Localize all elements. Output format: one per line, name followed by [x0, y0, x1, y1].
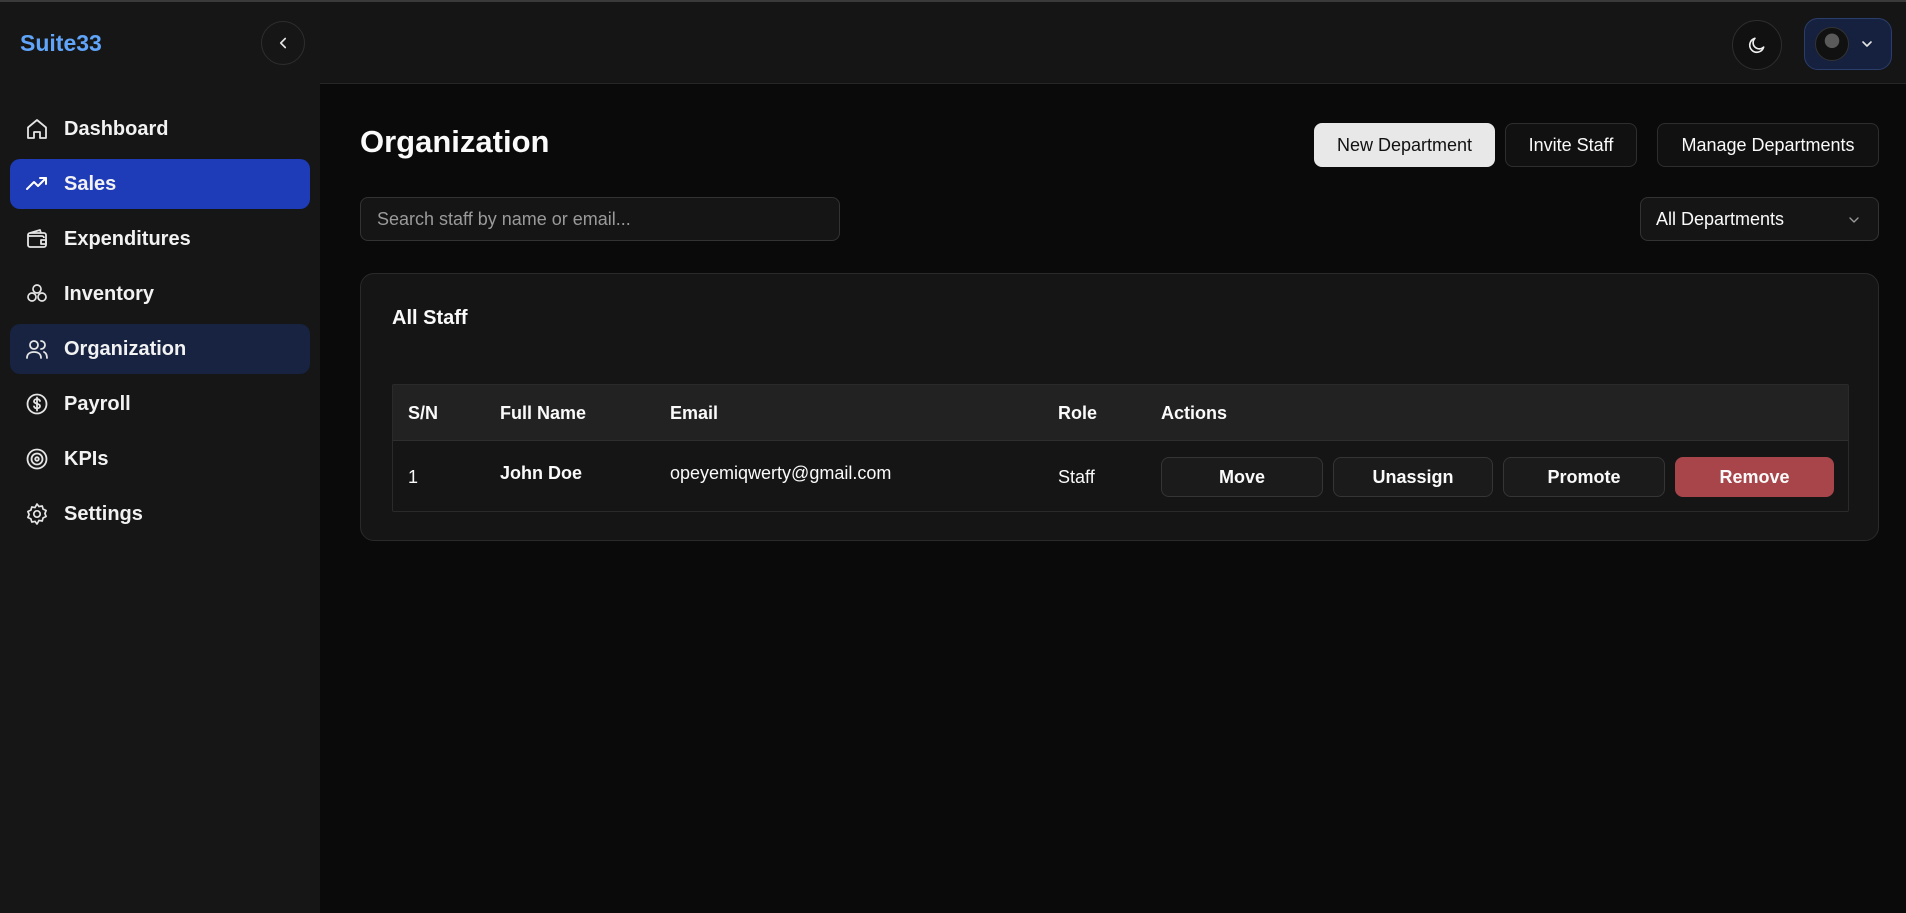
- chevron-left-icon: [279, 37, 287, 49]
- cell-role: Staff: [1058, 467, 1095, 487]
- gear-icon: [24, 501, 50, 527]
- column-header-full-name: Full Name: [500, 403, 587, 423]
- avatar: [1815, 27, 1849, 61]
- new-department-button[interactable]: New Department: [1314, 123, 1495, 167]
- target-icon: [24, 446, 50, 472]
- sidebar-collapse-button[interactable]: [261, 21, 305, 65]
- column-header-actions: Actions: [1161, 403, 1228, 423]
- sidebar-item-sales[interactable]: Sales: [10, 159, 310, 209]
- unassign-button[interactable]: Unassign: [1333, 457, 1493, 497]
- sidebar-item-label: Sales: [64, 172, 117, 195]
- moon-icon: [1748, 37, 1765, 54]
- department-filter-value: All Departments: [1656, 208, 1785, 229]
- invite-staff-button[interactable]: Invite Staff: [1505, 123, 1637, 167]
- sidebar-item-organization[interactable]: Organization: [10, 324, 310, 374]
- table-row: 1 John Doe opeyemiqwerty@gmail.com Staff…: [393, 441, 1848, 513]
- trending-up-icon: [24, 171, 50, 197]
- promote-button[interactable]: Promote: [1503, 457, 1665, 497]
- sidebar-item-label: Expenditures: [64, 227, 191, 250]
- chevron-down-icon: [1849, 217, 1859, 223]
- card-title: All Staff: [392, 307, 468, 329]
- cell-email: opeyemiqwerty@gmail.com: [670, 463, 892, 483]
- staff-card: All Staff S/N Full Name Email Role Actio…: [360, 273, 1879, 541]
- sidebar-item-dashboard[interactable]: Dashboard: [10, 104, 310, 154]
- sidebar: Suite33 Dashboard Sales Expenditures Inv…: [0, 2, 320, 913]
- wallet-icon: [24, 226, 50, 252]
- sidebar-item-label: Dashboard: [64, 117, 169, 140]
- cell-full-name: John Doe: [500, 463, 583, 483]
- top-bar: [320, 2, 1906, 84]
- sidebar-item-label: Organization: [64, 337, 187, 360]
- dollar-circle-icon: [24, 391, 50, 417]
- page-title: Organization: [360, 124, 550, 159]
- manage-departments-button[interactable]: Manage Departments: [1657, 123, 1879, 167]
- boxes-icon: [24, 281, 50, 307]
- sidebar-item-inventory[interactable]: Inventory: [10, 269, 310, 319]
- sidebar-item-kpis[interactable]: KPIs: [10, 434, 310, 484]
- sidebar-nav: Dashboard Sales Expenditures Inventory O…: [10, 104, 310, 544]
- sidebar-item-expenditures[interactable]: Expenditures: [10, 214, 310, 264]
- sidebar-item-label: KPIs: [64, 447, 109, 470]
- remove-button[interactable]: Remove: [1675, 457, 1834, 497]
- search-input[interactable]: [360, 197, 840, 241]
- column-header-sn: S/N: [408, 403, 439, 423]
- home-icon: [24, 116, 50, 142]
- sidebar-item-label: Settings: [64, 502, 143, 525]
- move-button[interactable]: Move: [1161, 457, 1323, 497]
- department-filter-select[interactable]: All Departments: [1640, 197, 1879, 241]
- table-header: S/N Full Name Email Role Actions: [393, 385, 1848, 441]
- brand-logo[interactable]: Suite33: [20, 30, 102, 57]
- column-header-email: Email: [670, 403, 719, 423]
- sidebar-item-payroll[interactable]: Payroll: [10, 379, 310, 429]
- user-menu-button[interactable]: [1804, 18, 1892, 70]
- sidebar-item-label: Payroll: [64, 392, 131, 415]
- staff-table: S/N Full Name Email Role Actions 1 John …: [392, 384, 1849, 512]
- sidebar-item-settings[interactable]: Settings: [10, 489, 310, 539]
- sidebar-item-label: Inventory: [64, 282, 155, 305]
- chevron-down-icon: [1862, 41, 1872, 47]
- cell-sn: 1: [408, 467, 419, 487]
- theme-toggle-button[interactable]: [1732, 20, 1782, 70]
- column-header-role: Role: [1058, 403, 1098, 423]
- users-icon: [24, 336, 50, 362]
